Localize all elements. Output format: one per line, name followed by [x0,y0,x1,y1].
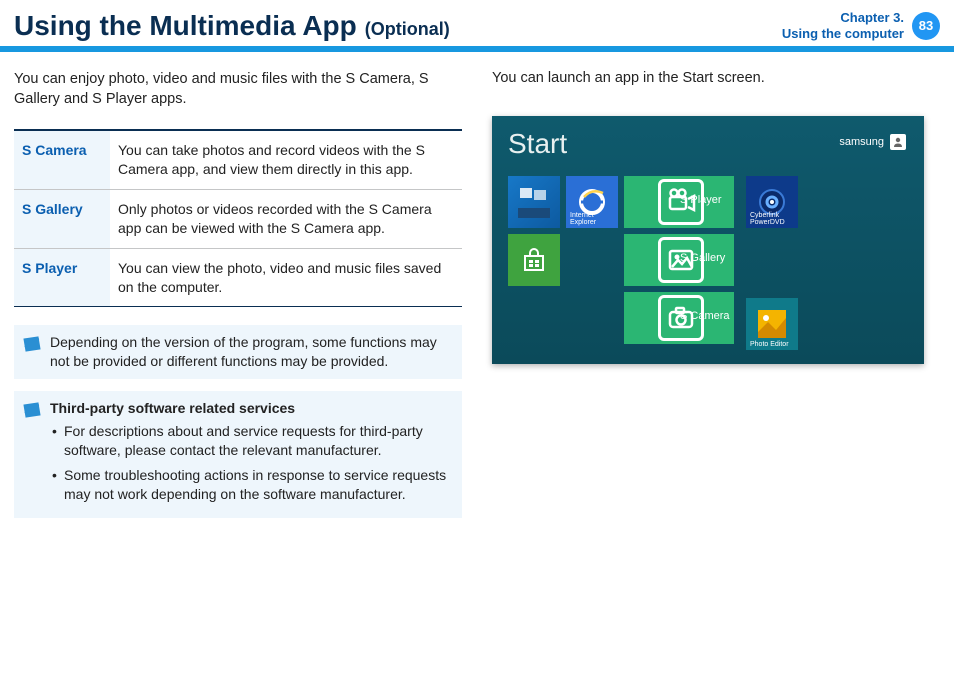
chapter-info: Chapter 3. Using the computer 83 [782,10,940,41]
tile-cyberlink[interactable]: Cyberlink PowerDVD [746,176,798,228]
chapter-name: Using the computer [782,26,904,42]
note-heading: Third-party software related services [50,400,295,416]
tile-store[interactable] [508,234,560,286]
list-item: Some troubleshooting actions in response… [50,466,454,504]
info-note: Depending on the version of the program,… [14,325,462,379]
page-subtitle: (Optional) [365,19,450,40]
tile-s-gallery[interactable]: S Gallery [624,234,734,286]
app-desc: You can view the photo, video and music … [110,248,462,307]
user-icon [890,134,906,150]
app-name: S Player [14,248,110,307]
info-note-third-party: Third-party software related services Fo… [14,391,462,517]
chapter-number: Chapter 3. [782,10,904,26]
right-intro-text: You can launch an app in the Start scree… [492,70,940,86]
tile-label: S Gallery [680,252,725,264]
header-divider [0,46,954,52]
apps-table: S Camera You can take photos and record … [14,129,462,307]
app-desc: Only photos or videos recorded with the … [110,189,462,248]
tile-internet-explorer[interactable]: Internet Explorer [566,176,618,228]
tile-s-player[interactable]: S Player [624,176,734,228]
table-row: S Gallery Only photos or videos recorded… [14,189,462,248]
tile-label: Photo Editor [750,341,789,348]
page-number-badge: 83 [912,12,940,40]
note-text: Depending on the version of the program,… [50,333,454,371]
app-name: S Gallery [14,189,110,248]
tile-label: S Player [680,194,722,206]
user-name: samsung [839,136,884,148]
page-title: Using the Multimedia App [14,10,357,42]
tile-desktop[interactable] [508,176,560,228]
note-icon [22,401,42,509]
tile-label: S Camera [680,310,730,322]
table-row: S Player You can view the photo, video a… [14,248,462,307]
table-row: S Camera You can take photos and record … [14,130,462,189]
note-icon [22,335,42,371]
app-name: S Camera [14,130,110,189]
tile-s-camera[interactable]: S Camera [624,292,734,344]
intro-text: You can enjoy photo, video and music fil… [14,70,462,109]
tile-label: Cyberlink PowerDVD [750,212,798,226]
tile-photo-editor[interactable]: Photo Editor [746,298,798,350]
list-item: For descriptions about and service reque… [50,422,454,460]
user-account: samsung [839,134,906,150]
tile-label: Internet Explorer [570,212,618,226]
app-desc: You can take photos and record videos wi… [110,130,462,189]
start-screen-figure: Start samsung [492,116,924,364]
